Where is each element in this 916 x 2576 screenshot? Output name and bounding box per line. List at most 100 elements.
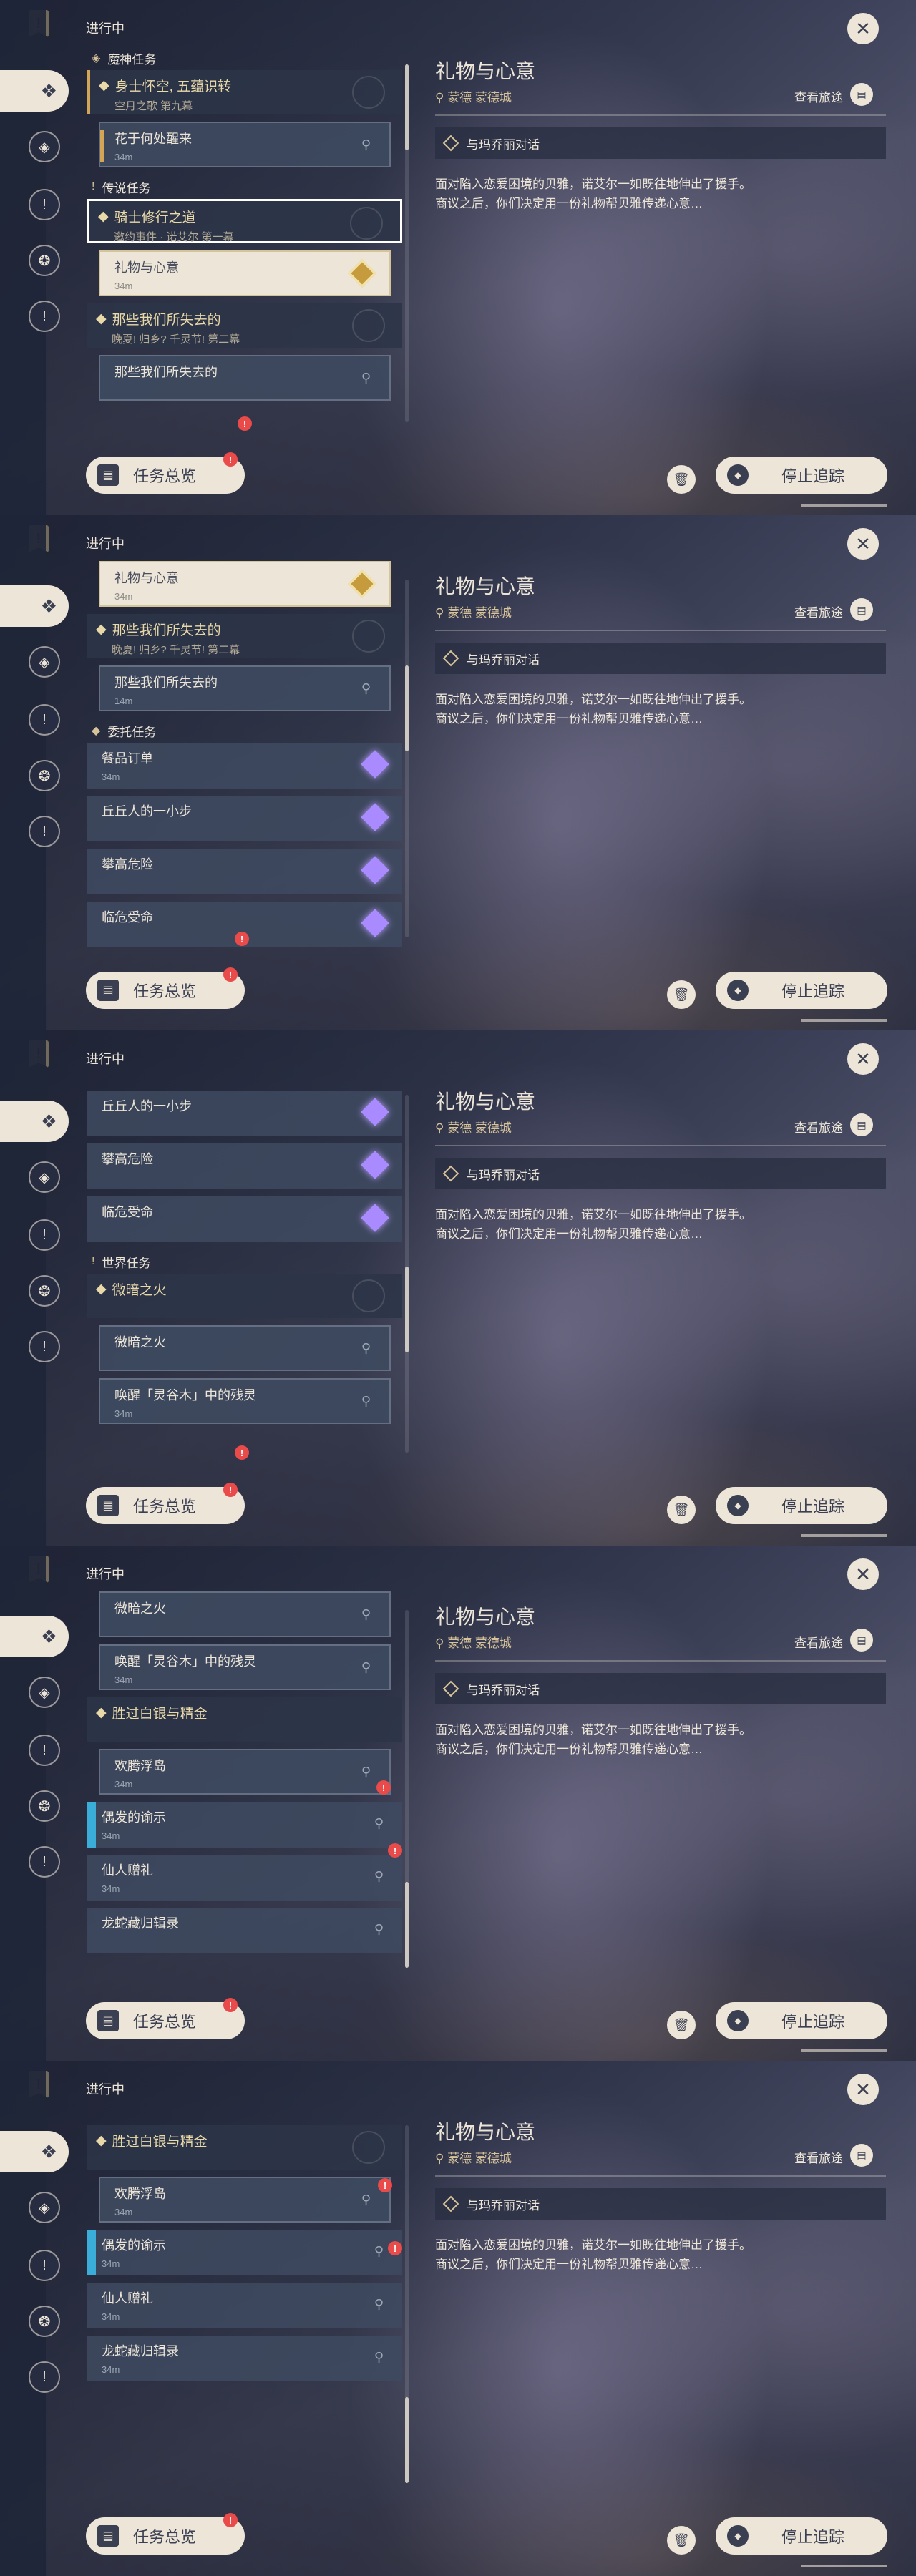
location-pin-icon[interactable]: ⚲ (361, 2192, 371, 2207)
quest-item[interactable]: 那些我们所失去的 14m ⚲ (99, 665, 391, 711)
location-pin-icon[interactable]: ⚲ (374, 2244, 384, 2259)
quest-item[interactable]: 仙人赠礼 34m ⚲ (87, 2283, 402, 2328)
commission-tab-icon[interactable]: ❂ (29, 245, 60, 276)
stop-tracking-button[interactable]: ◆ 停止追踪 (716, 2002, 887, 2039)
rail-tab-quests[interactable]: ❖ (0, 585, 69, 627)
location-pin-icon[interactable]: ⚲ (361, 1341, 371, 1356)
quest-overview-button[interactable]: ▤ 任务总览 ! (86, 2513, 245, 2555)
journey-icon[interactable]: ▤ (850, 1113, 873, 1136)
quest-item[interactable]: 龙蛇藏归辑录 34m ⚲ (87, 2336, 402, 2381)
quest-item[interactable]: 唤醒「灵谷木」中的残灵 34m ⚲ (99, 1378, 391, 1424)
close-button[interactable]: ✕ (847, 1558, 879, 1590)
legend-tab-icon[interactable]: ! (29, 1735, 60, 1766)
legend-tab-icon[interactable]: ! (29, 189, 60, 220)
commission-tab-icon[interactable]: ❂ (29, 2306, 60, 2337)
delete-button[interactable]: 🗑 (667, 465, 696, 494)
commission-tab-icon[interactable]: ❂ (29, 760, 60, 791)
commission-tab-icon[interactable]: ❂ (29, 1275, 60, 1307)
archon-tab-icon[interactable]: ◈ (29, 1161, 60, 1193)
quest-group-silver[interactable]: ◆ 胜过白银与精金 (87, 2125, 402, 2170)
stop-tracking-button[interactable]: ◆ 停止追踪 (716, 2517, 887, 2555)
location-pin-icon[interactable]: ⚲ (361, 137, 371, 152)
quest-item[interactable]: 欢腾浮岛 34m ⚲ (99, 1749, 391, 1795)
scrollbar[interactable] (405, 1095, 409, 1453)
quest-list[interactable]: 礼物与心意 34m ◆ 那些我们所失去的 晚夏! 归乡? 千灵节! 第二幕 那些我… (87, 561, 402, 955)
quest-overview-button[interactable]: ▤ 任务总览 ! (86, 452, 245, 494)
stop-tracking-button[interactable]: ◆ 停止追踪 (716, 1487, 887, 1524)
view-journey-link[interactable]: 查看旅途 (794, 602, 843, 620)
world-tab-icon[interactable]: ! (29, 1846, 60, 1878)
commission-item[interactable]: 攀高危险 (87, 849, 402, 894)
quest-item[interactable]: 微暗之火 ⚲ (99, 1591, 391, 1637)
stop-tracking-button[interactable]: ◆ 停止追踪 (716, 972, 887, 1009)
location-pin-icon[interactable]: ⚲ (374, 1922, 384, 1937)
quest-item[interactable]: 龙蛇藏归辑录 ⚲ (87, 1908, 402, 1953)
quest-group-silver[interactable]: ◆ 胜过白银与精金 (87, 1697, 402, 1742)
close-button[interactable]: ✕ (847, 1043, 879, 1075)
location-pin-icon[interactable]: ⚲ (361, 1660, 371, 1675)
quest-item-tracked[interactable]: 礼物与心意 34m (99, 561, 391, 607)
quest-item[interactable]: 仙人赠礼 34m ⚲ (87, 1855, 402, 1901)
view-journey-link[interactable]: 查看旅途 (794, 87, 843, 105)
quest-group-archon[interactable]: ◆ 身士怀空, 五蕴识转 空月之歌 第九幕 (87, 70, 402, 114)
world-tab-icon[interactable]: ! (29, 301, 60, 332)
view-journey-link[interactable]: 查看旅途 (794, 1118, 843, 1136)
quest-item[interactable]: 那些我们所失去的 ⚲ (99, 355, 391, 401)
delete-button[interactable]: 🗑 (667, 980, 696, 1009)
journey-icon[interactable]: ▤ (850, 1629, 873, 1652)
location-pin-icon[interactable]: ⚲ (361, 1607, 371, 1622)
commission-tab-icon[interactable]: ❂ (29, 1790, 60, 1822)
legend-tab-icon[interactable]: ! (29, 704, 60, 736)
quest-item[interactable]: 偶发的谕示 34m ⚲ (87, 2230, 402, 2275)
location-pin-icon[interactable]: ⚲ (361, 681, 371, 696)
commission-item[interactable]: 攀高危险 (87, 1143, 402, 1189)
close-button[interactable]: ✕ (847, 2074, 879, 2105)
journey-icon[interactable]: ▤ (850, 83, 873, 106)
scrollbar[interactable] (405, 64, 409, 422)
location-pin-icon[interactable]: ⚲ (374, 1816, 384, 1831)
commission-item[interactable]: 临危受命 (87, 1196, 402, 1242)
scrollbar[interactable] (405, 1610, 409, 1968)
delete-button[interactable]: 🗑 (667, 2526, 696, 2555)
journey-icon[interactable]: ▤ (850, 598, 873, 621)
close-button[interactable]: ✕ (847, 528, 879, 560)
rail-tab-quests[interactable]: ❖ (0, 70, 69, 112)
delete-button[interactable]: 🗑 (667, 1496, 696, 1524)
quest-group-legend-selected[interactable]: ◆ 骑士修行之道 邀约事件 · 诺艾尔 第一幕 (87, 199, 402, 243)
archon-tab-icon[interactable]: ◈ (29, 1677, 60, 1708)
close-button[interactable]: ✕ (847, 13, 879, 44)
scrollbar[interactable] (405, 580, 409, 937)
quest-list[interactable]: ◆ 胜过白银与精金 欢腾浮岛 34m ⚲ 偶发的谕示 34m ⚲ 仙人赠礼 34m… (87, 2125, 402, 2519)
legend-tab-icon[interactable]: ! (29, 2250, 60, 2281)
quest-list[interactable]: ◈ 魔神任务 ◆ 身士怀空, 五蕴识转 空月之歌 第九幕 花于何处醒来 34m ⚲ … (87, 46, 402, 439)
legend-tab-icon[interactable]: ! (29, 1219, 60, 1251)
archon-tab-icon[interactable]: ◈ (29, 646, 60, 678)
view-journey-link[interactable]: 查看旅途 (794, 1633, 843, 1651)
delete-button[interactable]: 🗑 (667, 2011, 696, 2039)
world-tab-icon[interactable]: ! (29, 816, 60, 847)
quest-item[interactable]: 微暗之火 ⚲ (99, 1325, 391, 1371)
quest-item[interactable]: 偶发的谕示 34m ⚲ (87, 1802, 402, 1848)
quest-overview-button[interactable]: ▤ 任务总览 ! (86, 1998, 245, 2039)
world-tab-icon[interactable]: ! (29, 1331, 60, 1362)
scrollbar[interactable] (405, 2125, 409, 2483)
stop-tracking-button[interactable]: ◆ 停止追踪 (716, 457, 887, 494)
quest-overview-button[interactable]: ▤ 任务总览 ! (86, 1483, 245, 1524)
location-pin-icon[interactable]: ⚲ (361, 1394, 371, 1409)
quest-group-lost[interactable]: ◆ 那些我们所失去的 晚夏! 归乡? 千灵节! 第二幕 (87, 614, 402, 658)
quest-item-tracked[interactable]: 礼物与心意 34m (99, 250, 391, 296)
commission-item[interactable]: 丘丘人的一小步 (87, 796, 402, 841)
location-pin-icon[interactable]: ⚲ (374, 2297, 384, 2312)
world-tab-icon[interactable]: ! (29, 2361, 60, 2393)
location-pin-icon[interactable]: ⚲ (361, 1765, 371, 1780)
journey-icon[interactable]: ▤ (850, 2144, 873, 2167)
quest-item[interactable]: 欢腾浮岛 34m ⚲ (99, 2177, 391, 2223)
quest-item[interactable]: 唤醒「灵谷木」中的残灵 34m ⚲ (99, 1644, 391, 1690)
view-journey-link[interactable]: 查看旅途 (794, 2148, 843, 2166)
location-pin-icon[interactable]: ⚲ (374, 2350, 384, 2365)
commission-item[interactable]: 餐品订单 34m (87, 743, 402, 789)
location-pin-icon[interactable]: ⚲ (374, 1869, 384, 1884)
quest-overview-button[interactable]: ▤ 任务总览 ! (86, 967, 245, 1009)
location-pin-icon[interactable]: ⚲ (361, 371, 371, 386)
quest-list[interactable]: 微暗之火 ⚲ 唤醒「灵谷木」中的残灵 34m ⚲ ◆ 胜过白银与精金 欢腾浮岛 3… (87, 1591, 402, 1985)
